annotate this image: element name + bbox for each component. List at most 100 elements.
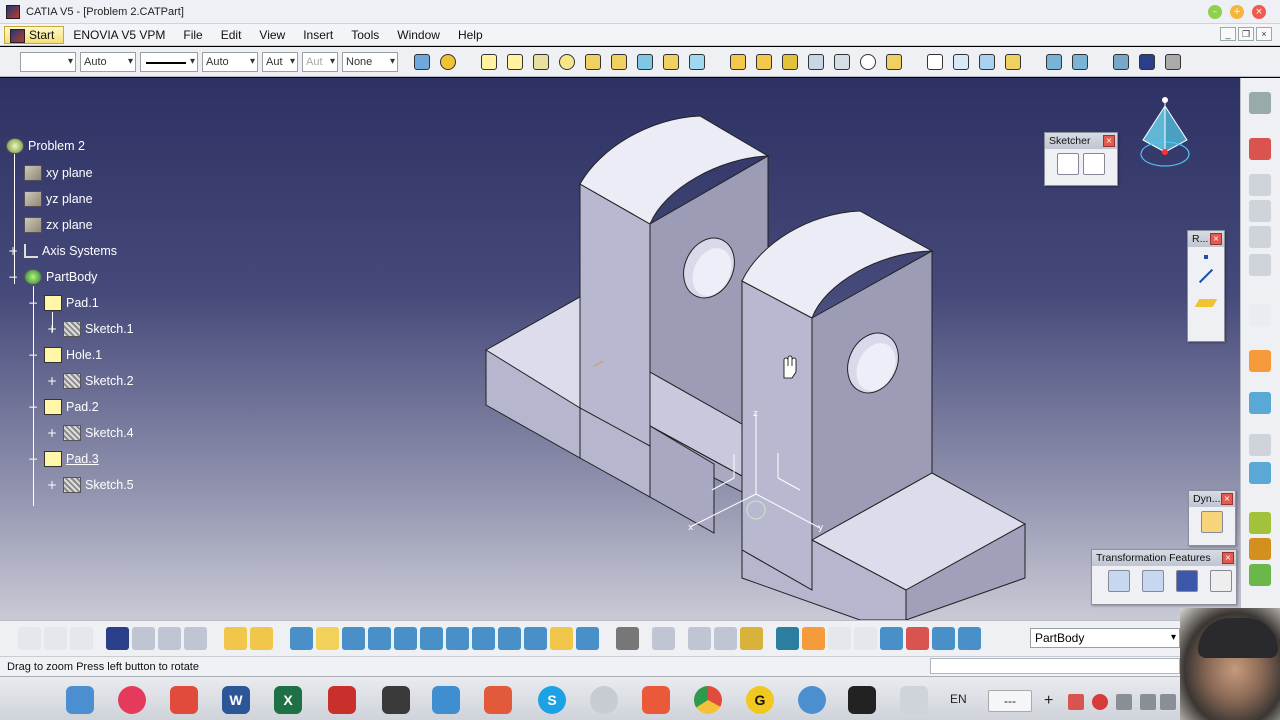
apple-icon[interactable] (12, 686, 40, 714)
panel-close-button[interactable]: × (1221, 493, 1233, 505)
boolean-icon[interactable] (1249, 226, 1271, 248)
settings-icon[interactable] (1249, 92, 1271, 114)
menu-enovia[interactable]: ENOVIA V5 VPM (64, 24, 174, 46)
doc-minimize-button[interactable]: _ (1220, 27, 1236, 41)
remove-loft-icon[interactable] (685, 50, 708, 73)
expand-icon[interactable]: + (47, 375, 57, 387)
layers-icon[interactable] (1249, 392, 1271, 414)
tree-node-sketch5[interactable]: Sketch.5 (63, 475, 134, 495)
scale-icon[interactable] (854, 627, 877, 650)
capture-icon[interactable] (616, 627, 639, 650)
positioned-sketch-icon[interactable] (1083, 153, 1105, 175)
sketch-icon[interactable] (1057, 153, 1079, 175)
power-input-field[interactable] (930, 658, 1180, 674)
layer-combo[interactable]: None (342, 51, 398, 72)
shell-icon[interactable] (804, 50, 827, 73)
thickness-combo[interactable]: Auto (202, 51, 258, 72)
line-icon[interactable] (949, 50, 972, 73)
measure-inertia-icon[interactable] (740, 627, 763, 650)
apply-material-icon[interactable] (1249, 462, 1271, 484)
isometric-view-icon[interactable] (498, 627, 521, 650)
expand-icon[interactable]: + (47, 479, 57, 491)
panel-close-button[interactable]: × (1210, 233, 1222, 245)
axis-icon[interactable] (1249, 512, 1271, 534)
tree-node-partbody[interactable]: PartBody (24, 267, 97, 287)
menu-start[interactable]: Start (4, 25, 65, 44)
tree-node-root[interactable]: Problem 2 (6, 136, 85, 156)
parameter-icon[interactable] (70, 627, 93, 650)
doc-restore-button[interactable]: ❐ (1238, 27, 1254, 41)
tray-antivirus-icon[interactable] (1092, 694, 1108, 710)
list-icon[interactable] (932, 627, 955, 650)
panel-title[interactable]: Dyn... × (1189, 491, 1235, 507)
hole-icon[interactable] (555, 50, 578, 73)
grid-toggle-icon[interactable] (106, 627, 129, 650)
line-icon[interactable] (1198, 268, 1214, 284)
sketch-edit-icon[interactable] (1249, 304, 1271, 326)
pocket-icon[interactable] (503, 50, 526, 73)
expand-icon[interactable]: + (47, 323, 57, 335)
outlook-icon[interactable] (432, 686, 460, 714)
rotate-icon[interactable] (368, 627, 391, 650)
loft-icon[interactable] (659, 50, 682, 73)
chrome-icon[interactable] (694, 686, 722, 714)
panel-title[interactable]: R... × (1188, 231, 1224, 247)
point-icon[interactable] (1204, 255, 1208, 259)
menu-file[interactable]: File (174, 24, 211, 46)
body-icon[interactable] (1249, 174, 1271, 196)
cycle-icon[interactable] (776, 627, 799, 650)
thread-icon[interactable] (856, 50, 879, 73)
axis-system-icon[interactable] (828, 627, 851, 650)
pad-icon[interactable] (477, 50, 500, 73)
collapse-icon[interactable]: − (28, 401, 38, 413)
shaft-icon[interactable] (529, 50, 552, 73)
tree-structure-icon[interactable] (184, 627, 207, 650)
word-icon[interactable]: W (222, 686, 250, 714)
pan-icon[interactable] (342, 627, 365, 650)
measure-between-icon[interactable] (688, 627, 711, 650)
minimize-button[interactable]: – (1208, 5, 1222, 19)
pdf-icon[interactable] (1249, 138, 1271, 160)
edge-fillet-icon[interactable] (726, 50, 749, 73)
tree-node-axis-systems[interactable]: Axis Systems (24, 241, 117, 261)
language-indicator[interactable]: EN (950, 692, 967, 706)
construction-icon[interactable] (158, 627, 181, 650)
collapse-icon[interactable]: − (8, 271, 18, 283)
explorer-icon[interactable] (900, 686, 928, 714)
point-icon[interactable] (923, 50, 946, 73)
curvature-analysis-icon[interactable] (1249, 564, 1271, 586)
expand-icon[interactable]: + (47, 427, 57, 439)
stiffener-icon[interactable] (633, 50, 656, 73)
snap-icon[interactable] (132, 627, 155, 650)
draft-icon[interactable] (778, 50, 801, 73)
point-symbol-combo[interactable]: Aut (302, 51, 338, 72)
menu-edit[interactable]: Edit (212, 24, 251, 46)
acrobat-icon[interactable] (328, 686, 356, 714)
draft-analysis-icon[interactable] (1249, 538, 1271, 560)
itunes-icon[interactable] (118, 686, 146, 714)
line-weight-combo[interactable]: Aut (262, 51, 298, 72)
tray-power-icon[interactable] (1140, 694, 1156, 710)
linetype-combo[interactable] (140, 51, 198, 72)
hide-show-icon[interactable] (550, 627, 573, 650)
flash-icon[interactable] (484, 686, 512, 714)
panel-title[interactable]: Transformation Features × (1092, 550, 1236, 566)
tree-node-sketch4[interactable]: Sketch.4 (63, 423, 134, 443)
menu-tools[interactable]: Tools (342, 24, 388, 46)
measure-icon[interactable] (1109, 50, 1132, 73)
tree-node-pad3[interactable]: Pad.3 (44, 449, 99, 469)
menu-window[interactable]: Window (388, 24, 449, 46)
menu-insert[interactable]: Insert (294, 24, 342, 46)
tree-node-pad2[interactable]: Pad.2 (44, 397, 99, 417)
tray-network-icon[interactable] (1116, 694, 1132, 710)
translation-icon[interactable] (1108, 570, 1130, 592)
excel-icon[interactable]: X (274, 686, 302, 714)
mirror-icon[interactable] (1142, 570, 1164, 592)
input-field[interactable]: --- (988, 690, 1032, 712)
vpn-icon[interactable] (798, 686, 826, 714)
constraint-icon[interactable] (1042, 50, 1065, 73)
collapse-icon[interactable]: − (28, 297, 38, 309)
tray-add-icon[interactable]: + (1044, 692, 1053, 710)
app-icon[interactable] (170, 686, 198, 714)
color-combo[interactable] (20, 51, 76, 72)
